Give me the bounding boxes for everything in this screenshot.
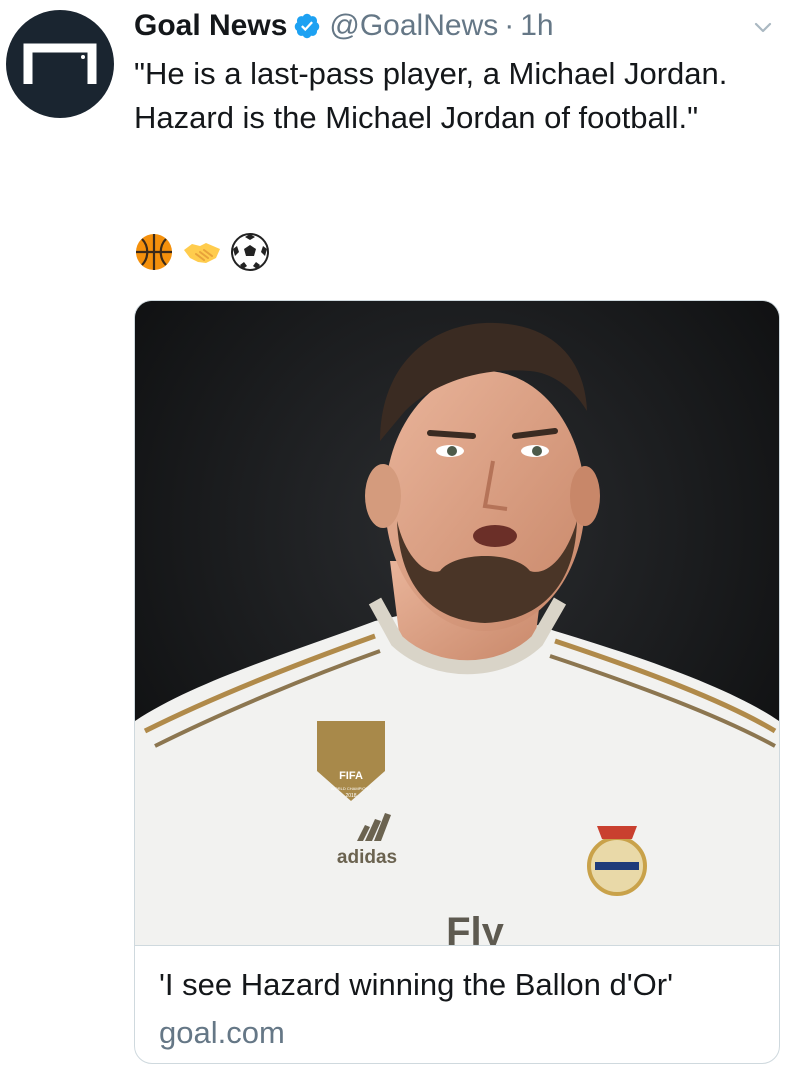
separator-dot: · [504, 9, 515, 42]
card-title[interactable]: 'I see Hazard winning the Ballon d'Or' [159, 965, 673, 1005]
badge-text: FIFA [339, 770, 363, 782]
sponsor-text: adidas [337, 847, 397, 868]
handshake-icon [182, 232, 222, 272]
verified-badge-icon [293, 12, 321, 40]
emoji-row [134, 232, 270, 272]
avatar[interactable] [6, 10, 114, 118]
timestamp[interactable]: 1h [520, 6, 553, 46]
link-card[interactable]: FIFA WORLD CHAMPIONS 2018 adidas Fly 'I … [134, 300, 780, 1064]
display-name[interactable]: Goal News [134, 6, 287, 46]
tweet-text: "He is a last-pass player, a Michael Jor… [134, 56, 737, 135]
basketball-icon [134, 232, 174, 272]
handle[interactable]: @GoalNews [329, 6, 498, 46]
player-photo[interactable]: FIFA WORLD CHAMPIONS 2018 adidas Fly [135, 301, 779, 945]
soccer-ball-icon [230, 232, 270, 272]
shirt-text: Fly [446, 910, 505, 945]
tweet-header: Goal News @GoalNews · 1h [134, 6, 554, 46]
badge-subtext: WORLD CHAMPIONS [331, 786, 372, 791]
goal-logo-icon [23, 43, 97, 84]
card-divider [135, 945, 779, 946]
chevron-down-icon[interactable] [752, 16, 774, 43]
badge-year: 2018 [345, 793, 356, 799]
card-domain[interactable]: goal.com [159, 1013, 285, 1053]
